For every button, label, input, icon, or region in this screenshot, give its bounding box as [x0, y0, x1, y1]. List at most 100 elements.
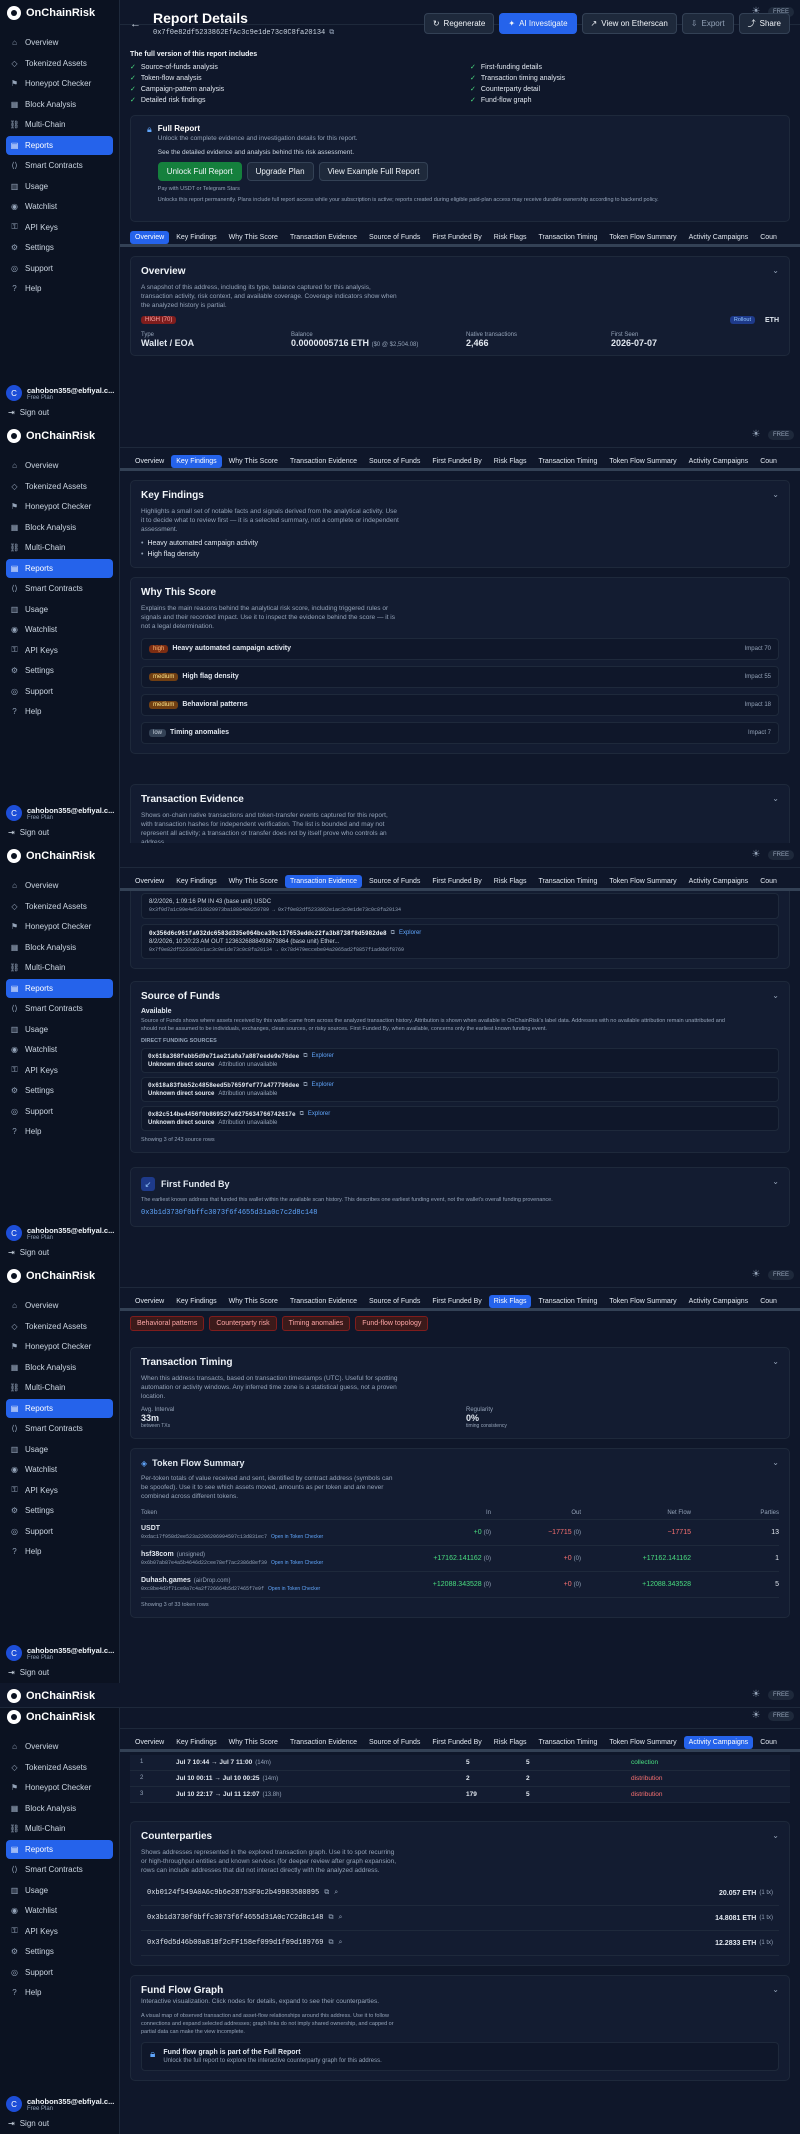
search-icon[interactable]: ⌕	[334, 1889, 338, 1897]
tab-token-flow-summary[interactable]: Token Flow Summary	[604, 875, 681, 888]
sidebar-item-support[interactable]: ◎ Support	[6, 1963, 113, 1982]
sidebar-item-multi-chain[interactable]: ⛓ Multi-Chain	[6, 1819, 113, 1838]
app-logo[interactable]: OnChainRisk	[0, 843, 119, 868]
counterparty-row[interactable]: 0xb0124f549A0A6c9b6e28753F0c2b4998358089…	[141, 1881, 779, 1907]
user-profile[interactable]: C cahobon355@ebfiyal.c... Free Plan	[6, 1225, 114, 1241]
sidebar-item-smart-contracts[interactable]: ⟨⟩ Smart Contracts	[6, 999, 113, 1018]
risk-flag-chip[interactable]: Counterparty risk	[209, 1316, 277, 1331]
sign-out-button[interactable]: ⇥ Sign out	[8, 2119, 49, 2128]
copy-icon[interactable]: ⧉	[328, 1914, 333, 1922]
sidebar-item-settings[interactable]: ⚙ Settings	[6, 1942, 113, 1961]
sidebar-item-help[interactable]: ? Help	[6, 1122, 113, 1141]
sidebar-item-tokenized-assets[interactable]: ◇ Tokenized Assets	[6, 1758, 113, 1777]
risk-flag-chip[interactable]: Timing anomalies	[281, 1316, 351, 1331]
sidebar-item-watchlist[interactable]: ◉ Watchlist	[6, 1040, 113, 1059]
view-example-report-button[interactable]: View Example Full Report	[318, 162, 429, 181]
tab-activity-campaigns[interactable]: Activity Campaigns	[684, 875, 754, 888]
app-logo[interactable]: OnChainRisk	[0, 423, 119, 448]
sidebar-item-honeypot-checker[interactable]: ⚑ Honeypot Checker	[6, 1778, 113, 1797]
tab-why-this-score[interactable]: Why This Score	[224, 1295, 283, 1308]
copy-icon[interactable]: ⧉	[329, 29, 334, 37]
upgrade-plan-button[interactable]: Upgrade Plan	[246, 162, 314, 181]
export-button[interactable]: ⇩ Export	[681, 13, 734, 34]
sidebar-item-multi-chain[interactable]: ⛓ Multi-Chain	[6, 115, 113, 134]
chevron-down-icon[interactable]: ⌄	[772, 1985, 779, 1994]
chevron-down-icon[interactable]: ⌄	[772, 1831, 779, 1840]
score-reason-row[interactable]: medium Behavioral patterns Impact 18	[141, 693, 779, 716]
tab-key-findings[interactable]: Key Findings	[171, 455, 222, 468]
tab-token-flow-summary[interactable]: Token Flow Summary	[604, 1295, 681, 1308]
sidebar-item-support[interactable]: ◎ Support	[6, 259, 113, 278]
tab-activity-campaigns[interactable]: Activity Campaigns	[684, 455, 754, 468]
sidebar-item-reports[interactable]: ▤ Reports	[6, 1398, 113, 1418]
tab-risk-flags[interactable]: Risk Flags	[489, 455, 532, 468]
sidebar-item-block-analysis[interactable]: ▦ Block Analysis	[6, 938, 113, 957]
sidebar-item-multi-chain[interactable]: ⛓ Multi-Chain	[6, 1378, 113, 1397]
tab-first-funded-by[interactable]: First Funded By	[427, 455, 486, 468]
sign-out-button[interactable]: ⇥ Sign out	[8, 1668, 49, 1677]
sidebar-item-block-analysis[interactable]: ▦ Block Analysis	[6, 518, 113, 537]
app-logo[interactable]: OnChainRisk	[0, 1683, 800, 1708]
regenerate-button[interactable]: ↻ Regenerate	[423, 13, 495, 34]
tab-first-funded-by[interactable]: First Funded By	[427, 1736, 486, 1749]
sidebar-item-usage[interactable]: ▥ Usage	[6, 177, 113, 196]
tab-coun[interactable]: Coun	[755, 231, 782, 244]
share-button[interactable]: ⤴ Share	[738, 13, 790, 34]
tab-risk-flags[interactable]: Risk Flags	[489, 875, 532, 888]
sidebar-item-honeypot-checker[interactable]: ⚑ Honeypot Checker	[6, 74, 113, 93]
tab-transaction-timing[interactable]: Transaction Timing	[533, 875, 602, 888]
sidebar-item-help[interactable]: ? Help	[6, 702, 113, 721]
sidebar-item-api-keys[interactable]: ⚿ API Keys	[6, 1481, 113, 1500]
sidebar-item-help[interactable]: ? Help	[6, 279, 113, 298]
theme-toggle-icon[interactable]: ☀	[750, 1269, 762, 1281]
tab-key-findings[interactable]: Key Findings	[171, 1736, 221, 1749]
sidebar-item-usage[interactable]: ▥ Usage	[6, 1881, 113, 1900]
tab-coun[interactable]: Coun	[755, 1736, 782, 1749]
open-token-checker-link[interactable]: Open in Token Checker	[268, 1586, 320, 1592]
sign-out-button[interactable]: ⇥ Sign out	[8, 828, 49, 837]
sidebar-item-reports[interactable]: ▤ Reports	[6, 978, 113, 998]
sidebar-item-reports[interactable]: ▤ Reports	[6, 558, 113, 578]
sidebar-item-honeypot-checker[interactable]: ⚑ Honeypot Checker	[6, 917, 113, 936]
user-profile[interactable]: C cahobon355@ebfiyal.c... Free Plan	[6, 805, 114, 821]
sidebar-item-block-analysis[interactable]: ▦ Block Analysis	[6, 1799, 113, 1818]
sidebar-item-help[interactable]: ? Help	[6, 1542, 113, 1561]
sidebar-item-smart-contracts[interactable]: ⟨⟩ Smart Contracts	[6, 156, 113, 175]
tab-coun[interactable]: Coun	[755, 1295, 782, 1308]
sidebar-item-api-keys[interactable]: ⚿ API Keys	[6, 218, 113, 237]
search-icon[interactable]: ⌕	[338, 1914, 342, 1922]
sidebar-item-api-keys[interactable]: ⚿ API Keys	[6, 1922, 113, 1941]
open-token-checker-link[interactable]: Open in Token Checker	[271, 1534, 323, 1540]
tab-transaction-evidence[interactable]: Transaction Evidence	[284, 875, 362, 888]
source-address[interactable]: 0x618a368febb5d9e71ae21a0a7a887eede9e76d…	[148, 1053, 299, 1060]
sidebar-item-support[interactable]: ◎ Support	[6, 682, 113, 701]
evidence-hash[interactable]: 0x356d6c961fa932dc6583d335e064bca39c1376…	[149, 930, 387, 937]
sign-out-button[interactable]: ⇥ Sign out	[8, 408, 49, 417]
copy-icon[interactable]: ⧉	[324, 1889, 329, 1897]
ai-investigate-button[interactable]: ✦ AI Investigate	[499, 13, 577, 34]
chevron-down-icon[interactable]: ⌄	[772, 266, 779, 275]
explorer-link[interactable]: Explorer	[312, 1082, 334, 1089]
sidebar-item-usage[interactable]: ▥ Usage	[6, 1020, 113, 1039]
copy-icon[interactable]: ⧉	[328, 1939, 333, 1947]
tab-key-findings[interactable]: Key Findings	[171, 231, 221, 244]
tab-source-of-funds[interactable]: Source of Funds	[364, 1295, 425, 1308]
sidebar-item-watchlist[interactable]: ◉ Watchlist	[6, 1460, 113, 1479]
sidebar-item-honeypot-checker[interactable]: ⚑ Honeypot Checker	[6, 1337, 113, 1356]
chevron-down-icon[interactable]: ⌄	[772, 1177, 779, 1186]
open-token-checker-link[interactable]: Open in Token Checker	[271, 1560, 323, 1566]
tab-transaction-evidence[interactable]: Transaction Evidence	[285, 231, 362, 244]
campaign-row[interactable]: 1 Jul 7 10:44 → Jul 7 11:00 (14m) 5 5 collect…	[130, 1755, 790, 1771]
theme-toggle-icon[interactable]: ☀	[750, 1689, 762, 1701]
tab-risk-flags[interactable]: Risk Flags	[488, 1295, 532, 1308]
tab-first-funded-by[interactable]: First Funded By	[427, 1295, 486, 1308]
sidebar-item-api-keys[interactable]: ⚿ API Keys	[6, 641, 113, 660]
sidebar-item-overview[interactable]: ⌂ Overview	[6, 456, 113, 475]
sidebar-item-multi-chain[interactable]: ⛓ Multi-Chain	[6, 958, 113, 977]
tab-transaction-evidence[interactable]: Transaction Evidence	[285, 1295, 362, 1308]
sidebar-item-overview[interactable]: ⌂ Overview	[6, 1296, 113, 1315]
sidebar-item-tokenized-assets[interactable]: ◇ Tokenized Assets	[6, 54, 113, 73]
tab-first-funded-by[interactable]: First Funded By	[427, 231, 486, 244]
campaign-row[interactable]: 2 Jul 10 00:11 → Jul 10 00:25 (14m) 2 2 distr…	[130, 1771, 790, 1787]
tab-first-funded-by[interactable]: First Funded By	[427, 875, 486, 888]
